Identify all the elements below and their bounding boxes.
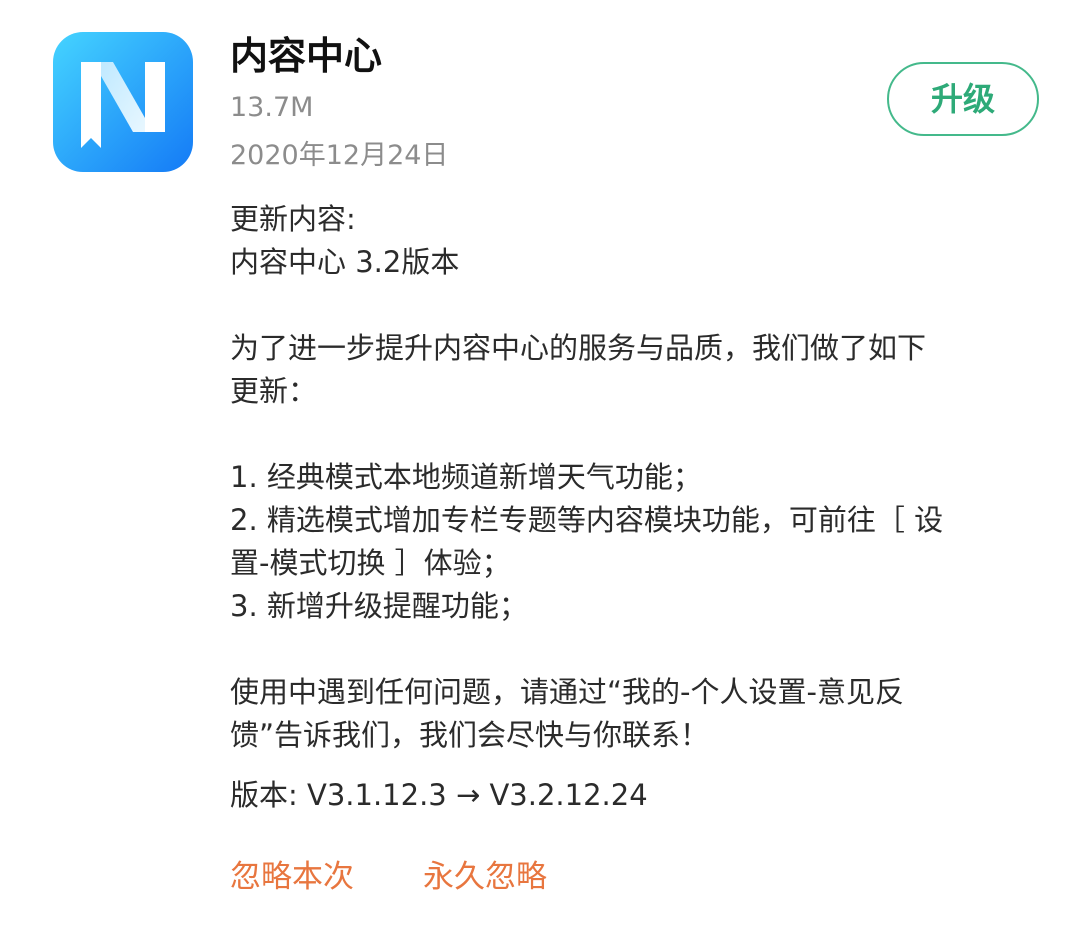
ignore-once-link[interactable]: 忽略本次 (230, 855, 354, 899)
app-icon (53, 32, 193, 172)
changelog-line: 使用中遇到任何问题，请通过“我的-个人设置-意见反 (230, 675, 904, 709)
changelog-spacer (230, 284, 1030, 327)
changelog-line: 内容中心 3.2版本 (230, 245, 460, 279)
changelog-line: 馈”告诉我们，我们会尽快与你联系！ (230, 718, 710, 752)
news-app-icon (53, 32, 193, 172)
app-size: 13.7M (230, 92, 314, 123)
changelog-line: 更新： (230, 374, 318, 408)
changelog-line: 1. 经典模式本地频道新增天气功能； (230, 460, 702, 494)
upgrade-button[interactable]: 升级 (887, 62, 1039, 136)
changelog-line: 置-模式切换 ］体验； (230, 546, 511, 580)
changelog-line: 2. 精选模式增加专栏专题等内容模块功能，可前往［ 设 (230, 503, 944, 537)
changelog-spacer (230, 413, 1030, 456)
release-date: 2020年12月24日 (230, 140, 449, 171)
ignore-forever-link[interactable]: 永久忽略 (423, 855, 547, 899)
changelog-spacer (230, 628, 1030, 671)
changelog-line: 更新内容: (230, 202, 356, 236)
changelog-line: 3. 新增升级提醒功能； (230, 589, 528, 623)
version-change: 版本: V3.1.12.3 → V3.2.12.24 (230, 778, 648, 812)
changelog: 更新内容: 内容中心 3.2版本 为了进一步提升内容中心的服务与品质，我们做了如… (230, 198, 1030, 757)
app-name: 内容中心 (230, 34, 383, 78)
changelog-line: 为了进一步提升内容中心的服务与品质，我们做了如下 (230, 331, 927, 365)
